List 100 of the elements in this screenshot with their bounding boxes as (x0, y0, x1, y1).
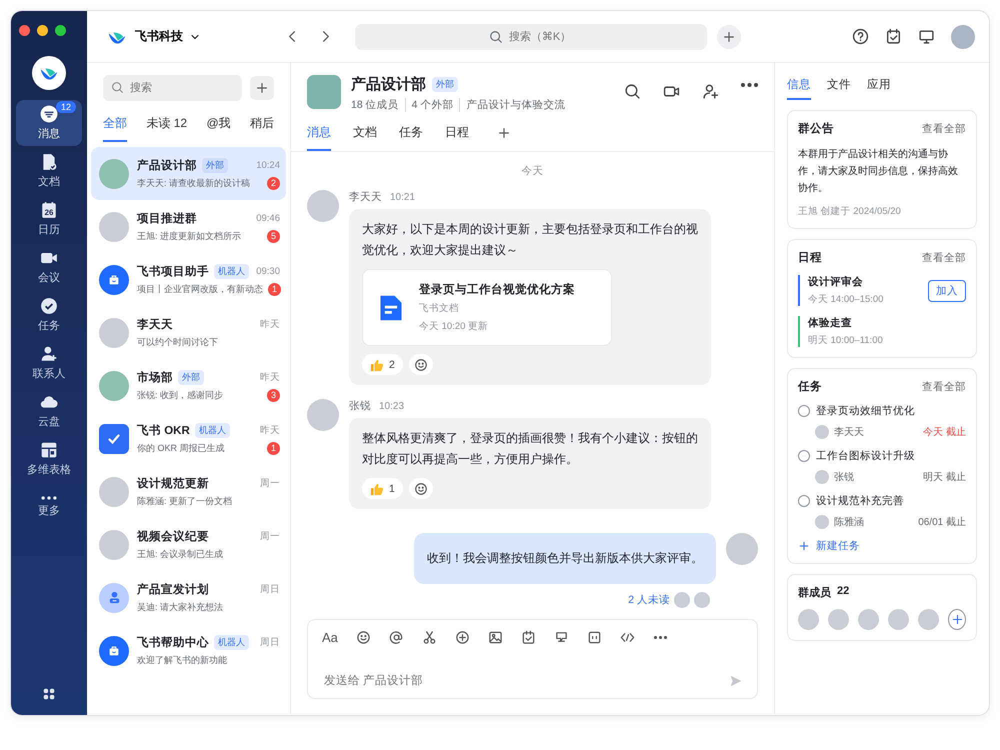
chat-info: 产品设计与体验交流 (466, 98, 566, 112)
sidebar-item[interactable]: 任务 (16, 292, 82, 338)
code-icon[interactable] (620, 630, 635, 645)
sidebar-item[interactable]: 更多 (16, 484, 82, 530)
reaction-button[interactable]: 2 (362, 354, 403, 375)
unread-badge: 1 (267, 442, 280, 454)
event-title: 体验走查 (808, 316, 853, 330)
minimize-light[interactable] (37, 25, 48, 36)
chat-list-item[interactable]: 李天天 昨天 可以约个时间讨论下 (91, 306, 286, 359)
task-checkbox[interactable] (798, 495, 810, 507)
image-icon[interactable] (488, 630, 503, 645)
chat-tab[interactable]: 任务 (399, 120, 423, 151)
chat-list-item[interactable]: 视频会议纪要 周一 王旭: 会议录制已生成 (91, 518, 286, 571)
organization-switcher[interactable]: 飞书科技 (135, 28, 201, 45)
chat-list-item[interactable]: 产品设计部 外部 10:24 李天天: 请查收最新的设计稿 2 (91, 147, 286, 200)
panel-tab[interactable]: 信息 (787, 73, 811, 100)
filter-tab[interactable]: 全部 (103, 111, 127, 142)
sidebar-item[interactable]: 文档 (16, 148, 82, 194)
monitor-icon[interactable] (918, 28, 935, 45)
zoom-light[interactable] (55, 25, 66, 36)
search-field[interactable]: 搜索 (103, 75, 242, 101)
close-light[interactable] (19, 25, 30, 36)
sidebar-item[interactable]: 联系人 (16, 340, 82, 386)
task-icon[interactable] (520, 630, 536, 645)
plus-icon (798, 540, 810, 552)
view-all-link[interactable]: 查看全部 (922, 250, 966, 264)
chat-list-item[interactable]: 飞书 OKR 机器人 昨天 你的 OKR 周报已生成 1 (91, 412, 286, 465)
due-date: 明天 截止 (923, 470, 966, 484)
chat-list-item[interactable]: 飞书项目助手 机器人 09:30 项目丨企业官网改版，有新动态 1 (91, 253, 286, 306)
event-item[interactable]: 设计评审会 今天 14:00–15:00 加入 (798, 275, 966, 306)
chat-tab[interactable]: 日程 (445, 120, 469, 151)
search-field[interactable]: 搜索（⌘K） (355, 24, 707, 50)
task-title: 登录页动效细节优化 (816, 404, 915, 418)
document-source: 飞书文档 (419, 302, 460, 315)
chat-name: 李天天 (137, 317, 173, 332)
join-button[interactable]: 加入 (928, 280, 966, 302)
add-reaction-button[interactable] (408, 478, 433, 499)
thumbs-up-icon (370, 358, 384, 372)
sidebar-item[interactable]: 云盘 (16, 388, 82, 434)
add-person-icon[interactable] (702, 83, 719, 100)
document-updated: 今天 10:20 更新 (419, 320, 490, 333)
avatar-placeholder (307, 399, 339, 431)
message-preview: 欢迎了解飞书的新功能 (137, 654, 227, 666)
card-title: 任务 (798, 380, 822, 394)
chat-list-item[interactable]: 飞书帮助中心 机器人 周日 欢迎了解飞书的新功能 (91, 624, 286, 677)
announcement-footer: 王旭 创建于 2024/05/20 (798, 205, 966, 218)
panel-tab[interactable]: 应用 (867, 73, 891, 100)
more-icon[interactable] (741, 83, 758, 87)
scissors-icon[interactable] (422, 630, 437, 645)
task-checkbox[interactable] (798, 450, 810, 462)
read-status-link[interactable]: 2 人未读 (628, 593, 670, 607)
calendar-check-icon[interactable] (885, 28, 902, 45)
event-item[interactable]: 体验走查 明天 10:00–11:00 (798, 316, 966, 347)
emoji-icon[interactable] (356, 630, 371, 645)
text-format-button[interactable]: Aa (322, 630, 338, 645)
sidebar-item[interactable]: 多维表格 (16, 436, 82, 482)
view-all-link[interactable]: 查看全部 (922, 380, 966, 394)
filter-tab[interactable]: @我 (206, 111, 231, 142)
frame-icon[interactable] (586, 630, 602, 645)
sidebar-item[interactable]: 会议 (16, 244, 82, 290)
chat-list-item[interactable]: 项目推进群 09:46 王旭: 进度更新如文档所示 5 (91, 200, 286, 253)
mention-icon[interactable] (388, 630, 404, 645)
chat-tag: 机器人 (214, 264, 249, 278)
filter-tab[interactable]: 稍后 (250, 111, 274, 142)
more-icon[interactable] (652, 636, 668, 639)
chat-tab[interactable]: 消息 (307, 120, 331, 151)
search-icon (111, 81, 124, 94)
new-task-button[interactable]: 新建任务 (798, 539, 860, 553)
sidebar-item[interactable]: 消息 12 (16, 100, 82, 146)
chat-tab[interactable]: 文档 (353, 120, 377, 151)
assignee-name: 李天天 (834, 426, 864, 439)
event-time: 今天 14:00–15:00 (808, 293, 884, 306)
reaction-button[interactable]: 1 (362, 478, 403, 499)
chat-tag: 机器人 (194, 422, 230, 438)
chat-list-item[interactable]: 市场部 外部 昨天 张锐: 收到，感谢同步 3 (91, 359, 286, 412)
document-card[interactable]: 登录页与工作台视觉优化方案 飞书文档 今天 10:20 更新 (362, 269, 612, 346)
chat-tag: 外部 (202, 158, 228, 172)
member-count: 22 (837, 585, 850, 599)
chat-tag: 外部 (432, 77, 458, 92)
view-all-link[interactable]: 查看全部 (922, 122, 966, 136)
filter-tab[interactable]: 未读 12 (146, 111, 188, 142)
message-text: 整体风格更清爽了，登录页的插画很赞！我有个小建议：按钮的对比度可以再提高一些，方便用户操作。 (362, 430, 698, 468)
plus-icon (497, 126, 511, 140)
add-button[interactable] (717, 24, 741, 48)
avatar-placeholder (815, 470, 829, 484)
chat-list-item[interactable]: 产品宣发计划 周日 吴迪: 请大家补充想法 (91, 571, 286, 624)
help-icon[interactable] (852, 28, 869, 45)
add-reaction-button[interactable] (408, 354, 433, 375)
app-grid-icon[interactable] (42, 687, 56, 701)
search-icon[interactable] (624, 83, 641, 100)
add-button[interactable] (250, 76, 274, 100)
avatar-placeholder (99, 530, 129, 560)
sidebar-item[interactable]: 26 日历 (16, 196, 82, 242)
add-circle-icon[interactable] (454, 630, 470, 645)
add-member-button[interactable] (948, 609, 966, 630)
panel-tab[interactable]: 文件 (827, 73, 851, 100)
group-photo-placeholder (99, 370, 129, 400)
due-date: 今天 截止 (923, 426, 966, 439)
chat-list-item[interactable]: 设计规范更新 周一 陈雅涵: 更新了一份文档 (91, 465, 286, 518)
task-checkbox[interactable] (798, 405, 810, 417)
